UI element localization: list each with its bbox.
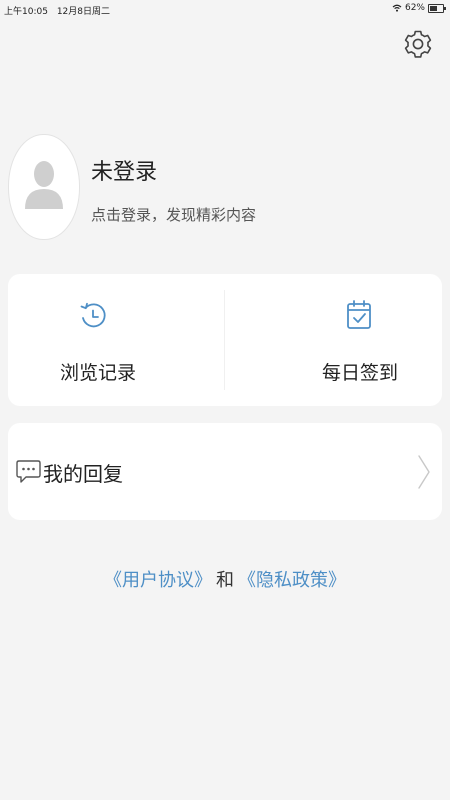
quick-actions-card: 浏览记录 每日签到 [8,274,442,406]
avatar[interactable] [8,134,80,240]
history-clock-icon [80,302,106,328]
daily-checkin-button[interactable]: 每日签到 [225,274,442,406]
status-bar: 上午10:05 12月8日周二 62% [0,0,450,18]
login-prompt[interactable]: 点击登录，发现精彩内容 [91,204,256,225]
battery-fill [430,5,437,11]
settings-button[interactable] [402,28,434,60]
wifi-icon [392,4,402,12]
status-right: 62% [392,3,446,13]
browsing-history-label: 浏览记录 [60,362,137,384]
battery-icon [428,3,446,13]
status-date: 12月8日周二 [56,7,110,17]
battery-percent: 62% [404,3,425,13]
chat-bubble-icon [16,460,41,483]
chevron-right-icon [418,455,430,489]
daily-checkin-label: 每日签到 [322,362,399,384]
privacy-policy-link[interactable]: 《隐私政策》 [238,570,346,591]
my-replies-label: 我的回复 [43,462,123,486]
user-agreement-link[interactable]: 《用户协议》 [104,570,212,591]
status-time: 上午10:05 [4,7,48,17]
calendar-check-icon [347,300,371,329]
person-icon [25,161,63,209]
and-text: 和 [216,570,234,591]
my-replies-item[interactable]: 我的回复 [8,423,442,520]
profile-section[interactable]: 未登录 点击登录，发现精彩内容 [8,134,428,240]
login-status-title[interactable]: 未登录 [91,154,157,186]
legal-links: 《用户协议》和《隐私政策》 [0,566,450,592]
status-left: 上午10:05 12月8日周二 [4,4,116,17]
browsing-history-button[interactable]: 浏览记录 [8,274,225,406]
gear-icon [404,30,432,58]
